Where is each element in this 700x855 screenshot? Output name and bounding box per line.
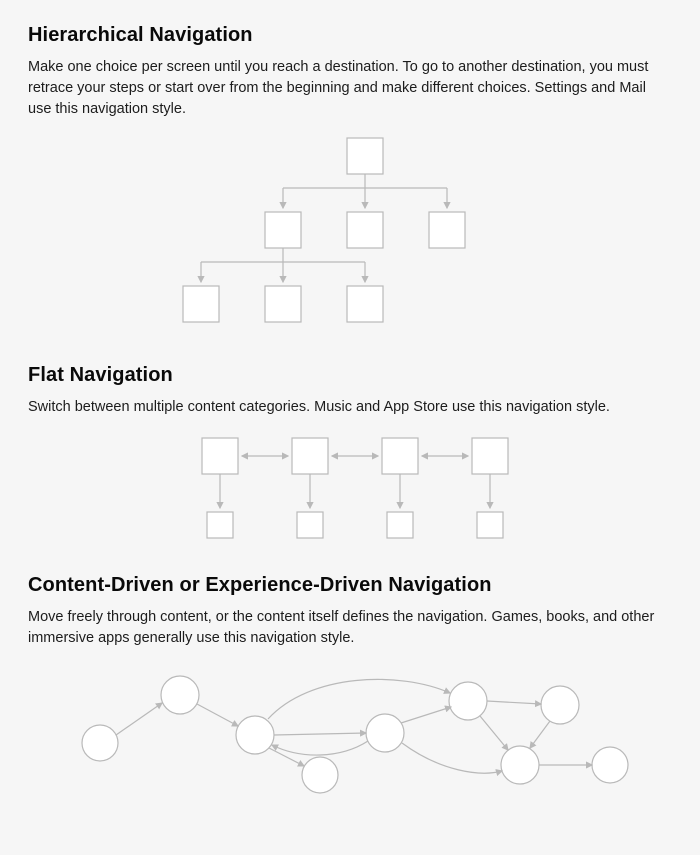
hierarchical-diagram [140, 134, 560, 342]
section-flat: Flat Navigation Switch between multiple … [28, 364, 672, 552]
section-body: Move freely through content, or the cont… [28, 607, 672, 649]
flat-diagram [170, 432, 530, 552]
section-content-driven: Content-Driven or Experience-Driven Navi… [28, 574, 672, 803]
document-page: Hierarchical Navigation Make one choice … [0, 0, 700, 855]
section-body: Switch between multiple content categori… [28, 397, 672, 418]
section-title: Content-Driven or Experience-Driven Navi… [28, 574, 672, 597]
content-driven-diagram [50, 663, 650, 803]
section-title: Flat Navigation [28, 364, 672, 387]
section-body: Make one choice per screen until you rea… [28, 57, 672, 120]
section-title: Hierarchical Navigation [28, 24, 672, 47]
section-hierarchical: Hierarchical Navigation Make one choice … [28, 24, 672, 342]
